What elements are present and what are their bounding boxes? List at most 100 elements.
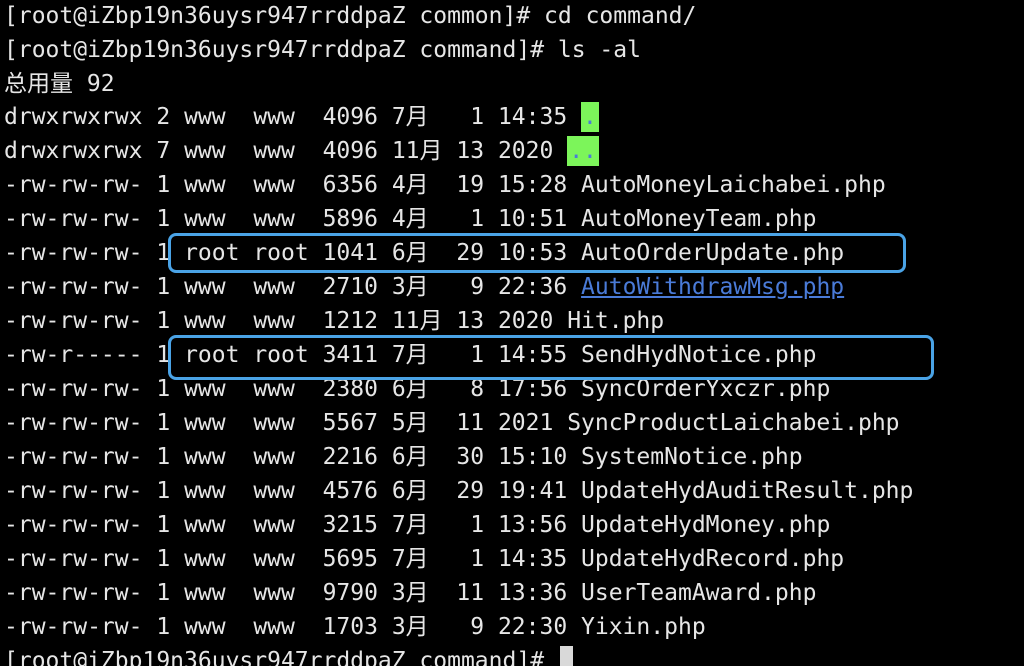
listing-day: 29 (456, 240, 485, 266)
listing-name-link: AutoWithdrawMsg.php (581, 274, 845, 300)
listing-size: 3215 (322, 512, 378, 538)
listing-day: 9 (456, 274, 485, 300)
listing-time: 19:41 (497, 478, 568, 504)
listing-links: 1 (156, 614, 171, 640)
listing-owner: www (184, 172, 240, 198)
listing-perm: drwxrwxrwx (4, 104, 143, 130)
listing-month: 6月 (391, 240, 443, 266)
listing-time: 2020 (497, 138, 554, 164)
listing-month: 3月 (391, 614, 443, 640)
listing-links: 1 (156, 410, 171, 436)
listing-month: 7月 (391, 546, 443, 572)
command-line-prompt[interactable]: [root@iZbp19n36uysr947rrddpaZ command]# (4, 644, 1024, 666)
listing-group: www (253, 308, 309, 334)
listing-perm: -rw-rw-rw- (4, 240, 143, 266)
listing-name: AutoMoneyLaichabei.php (581, 172, 886, 198)
listing-links: 1 (156, 478, 171, 504)
listing-month: 11月 (391, 308, 443, 334)
listing-row: -rw-rw-rw- 1 www www 9790 3月 11 13:36 Us… (4, 576, 1024, 610)
command-line-ls: [root@iZbp19n36uysr947rrddpaZ command]# … (4, 37, 641, 63)
listing-size: 1041 (322, 240, 378, 266)
listing-perm: -rw-rw-rw- (4, 512, 143, 538)
listing-perm: -rw-rw-rw- (4, 478, 143, 504)
listing-day: 19 (456, 172, 485, 198)
listing-month: 7月 (391, 104, 443, 130)
command-line-cd: [root@iZbp19n36uysr947rrddpaZ common]# c… (4, 3, 697, 29)
listing-size: 9790 (322, 580, 378, 606)
listing-owner: www (184, 274, 240, 300)
listing-perm: -rw-rw-rw- (4, 580, 143, 606)
listing-name: UpdateHydMoney.php (581, 512, 831, 538)
listing-row: -rw-rw-rw- 1 www www 6356 4月 19 15:28 Au… (4, 168, 1024, 202)
listing-perm: -rw-rw-rw- (4, 444, 143, 470)
listing-time: 13:56 (497, 512, 568, 538)
listing-perm: -rw-rw-rw- (4, 274, 143, 300)
listing-owner: www (184, 546, 240, 572)
listing-owner: root (184, 240, 240, 266)
listing-size: 4096 (322, 104, 378, 130)
listing-perm: -rw-rw-rw- (4, 172, 143, 198)
listing-row: drwxrwxrwx 7 www www 4096 11月 13 2020 .. (4, 134, 1024, 168)
listing-size: 2216 (322, 444, 378, 470)
listing-perm: drwxrwxrwx (4, 138, 143, 164)
listing-month: 4月 (391, 172, 443, 198)
listing-group: www (253, 206, 309, 232)
listing-row: -rw-rw-rw- 1 www www 2380 6月 8 17:56 Syn… (4, 372, 1024, 406)
listing-time: 14:55 (497, 342, 568, 368)
listing-links: 1 (156, 444, 171, 470)
listing-owner: www (184, 580, 240, 606)
listing-row: -rw-rw-rw- 1 www www 1212 11月 13 2020 Hi… (4, 304, 1024, 338)
listing-links: 1 (156, 274, 171, 300)
listing-name: UserTeamAward.php (581, 580, 817, 606)
listing-owner: www (184, 104, 240, 130)
listing-group: www (253, 546, 309, 572)
listing-name: Hit.php (567, 308, 665, 334)
listing-owner: www (184, 206, 240, 232)
listing-perm: -rw-rw-rw- (4, 308, 143, 334)
terminal-window[interactable]: [root@iZbp19n36uysr947rrddpaZ common]# c… (0, 0, 1024, 666)
listing-perm: -rw-rw-rw- (4, 546, 143, 572)
listing-group: www (253, 512, 309, 538)
listing-day: 30 (456, 444, 485, 470)
listing-day: 1 (456, 104, 485, 130)
listing-day: 29 (456, 478, 485, 504)
listing-group: root (253, 240, 309, 266)
listing-size: 2710 (322, 274, 378, 300)
listing-owner: www (184, 376, 240, 402)
listing-row: -rw-rw-rw- 1 root root 1041 6月 29 10:53 … (4, 236, 1024, 270)
listing-owner: www (184, 512, 240, 538)
listing-day: 13 (456, 308, 485, 334)
listing-size: 4096 (322, 138, 378, 164)
listing-name: UpdateHydRecord.php (581, 546, 845, 572)
listing-owner: www (184, 410, 240, 436)
listing-size: 5896 (322, 206, 378, 232)
listing-time: 13:36 (497, 580, 568, 606)
listing-row: -rw-r----- 1 root root 3411 7月 1 14:55 S… (4, 338, 1024, 372)
file-listing: drwxrwxrwx 2 www www 4096 7月 1 14:35 . dr… (4, 100, 1024, 644)
listing-row: -rw-rw-rw- 1 www www 5896 4月 1 10:51 Aut… (4, 202, 1024, 236)
listing-day: 13 (456, 138, 485, 164)
listing-name: Yixin.php (581, 614, 706, 640)
listing-time: 2020 (497, 308, 554, 334)
listing-day: 1 (456, 546, 485, 572)
listing-links: 1 (156, 308, 171, 334)
listing-links: 7 (156, 138, 171, 164)
listing-perm: -rw-rw-rw- (4, 206, 143, 232)
listing-group: www (253, 376, 309, 402)
listing-size: 2380 (322, 376, 378, 402)
listing-time: 14:35 (497, 546, 568, 572)
listing-links: 1 (156, 546, 171, 572)
listing-size: 1212 (322, 308, 378, 334)
listing-name: UpdateHydAuditResult.php (581, 478, 914, 504)
listing-links: 1 (156, 580, 171, 606)
listing-group: www (253, 614, 309, 640)
listing-row: drwxrwxrwx 2 www www 4096 7月 1 14:35 . (4, 100, 1024, 134)
listing-perm: -rw-rw-rw- (4, 376, 143, 402)
listing-group: www (253, 138, 309, 164)
listing-owner: www (184, 138, 240, 164)
listing-time: 14:35 (497, 104, 568, 130)
listing-month: 7月 (391, 512, 443, 538)
listing-row: -rw-rw-rw- 1 www www 4576 6月 29 19:41 Up… (4, 474, 1024, 508)
listing-month: 6月 (391, 444, 443, 470)
listing-links: 1 (156, 512, 171, 538)
